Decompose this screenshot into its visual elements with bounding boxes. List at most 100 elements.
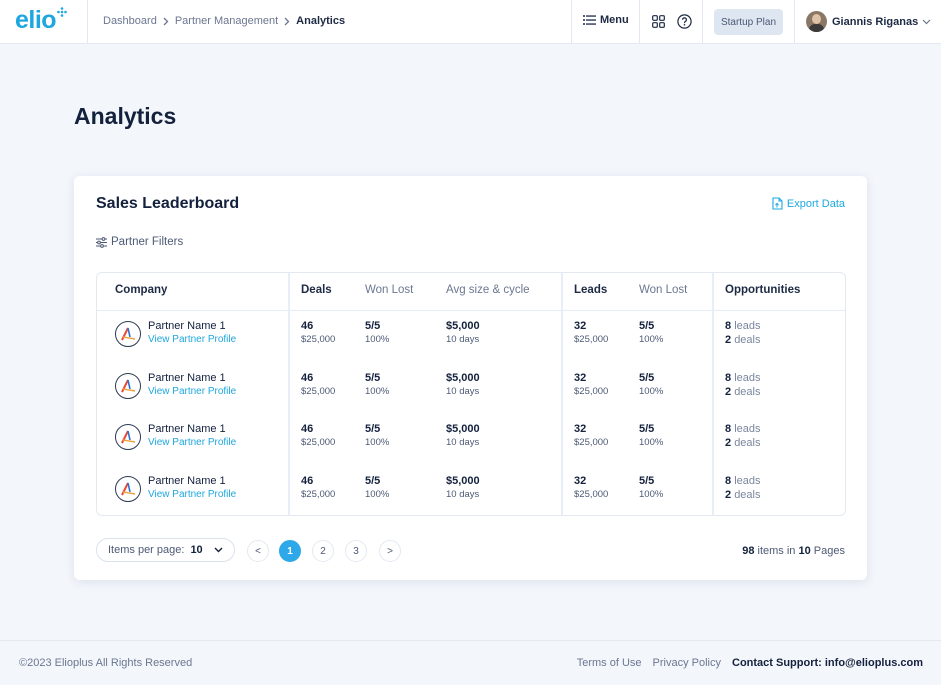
sliders-icon — [96, 236, 107, 248]
partner-name: Partner Name 1 — [148, 372, 226, 384]
table-row: Partner Name 1 View Partner Profile 46 $… — [97, 414, 845, 466]
logo-dots-icon — [57, 7, 67, 17]
page-button-3[interactable]: 3 — [345, 540, 367, 562]
deals-amount: $25,000 — [301, 334, 336, 345]
deals-amount: $25,000 — [301, 489, 336, 500]
deals-count: 46 — [301, 320, 314, 332]
opportunity-leads-count: 8 — [725, 372, 732, 384]
partner-filters-button[interactable]: Partner Filters — [96, 236, 183, 248]
leads-won-lost: 5/5 — [639, 320, 655, 332]
deals-won-lost-percent: 100% — [365, 386, 390, 397]
user-name: Giannis Riganas — [832, 15, 919, 28]
view-partner-profile-link[interactable]: View Partner Profile — [148, 437, 236, 448]
items-in-text: items in — [757, 545, 796, 557]
logo-text: elio — [15, 6, 57, 34]
header-divider — [571, 0, 572, 44]
elio-logo[interactable]: elio — [15, 6, 67, 34]
deals-won-lost-percent: 100% — [365, 489, 390, 500]
leads-won-lost: 5/5 — [639, 423, 655, 435]
opportunity-deals: 2 deals — [725, 386, 760, 398]
opportunity-deals-label: deals — [734, 489, 761, 501]
page-button-2[interactable]: 2 — [312, 540, 334, 562]
column-header-leads-won-lost: Won Lost — [639, 284, 688, 296]
total-items: 98 — [742, 545, 755, 557]
opportunity-deals-count: 2 — [725, 489, 732, 501]
top-navigation-bar: elio Dashboard Partner Management Analyt… — [0, 0, 941, 44]
header-divider — [702, 0, 703, 44]
leads-amount: $25,000 — [574, 437, 609, 448]
opportunity-deals: 2 deals — [725, 334, 760, 346]
opportunity-leads-label: leads — [734, 423, 761, 435]
pages-text: Pages — [813, 545, 845, 557]
opportunity-leads-label: leads — [734, 372, 761, 384]
opportunity-deals-count: 2 — [725, 437, 732, 449]
avg-cycle: 10 days — [446, 334, 480, 345]
deals-won-lost-percent: 100% — [365, 334, 390, 345]
avg-size: $5,000 — [446, 423, 480, 435]
leads-count: 32 — [574, 320, 587, 332]
opportunity-deals: 2 deals — [725, 489, 760, 501]
breadcrumb-dashboard[interactable]: Dashboard — [103, 15, 157, 27]
partner-name: Partner Name 1 — [148, 423, 226, 435]
opportunity-deals-count: 2 — [725, 334, 732, 346]
previous-page-button[interactable]: < — [247, 540, 269, 562]
menu-button[interactable]: Menu — [583, 14, 629, 26]
export-data-button[interactable]: Export Data — [772, 197, 845, 210]
leads-won-lost-percent: 100% — [639, 489, 664, 500]
apps-grid-icon[interactable] — [650, 13, 666, 29]
header-divider — [87, 0, 88, 44]
breadcrumb-partner-management[interactable]: Partner Management — [175, 15, 278, 27]
column-header-deals-won-lost: Won Lost — [365, 284, 414, 296]
page-button-1[interactable]: 1 — [279, 540, 301, 562]
chevron-right-icon — [284, 17, 290, 26]
opportunity-leads-label: leads — [734, 475, 761, 487]
partner-name: Partner Name 1 — [148, 320, 226, 332]
help-icon[interactable] — [676, 13, 692, 29]
opportunity-deals: 2 deals — [725, 437, 760, 449]
chevron-down-icon — [922, 19, 931, 24]
next-page-button[interactable]: > — [379, 540, 401, 562]
view-partner-profile-link[interactable]: View Partner Profile — [148, 386, 236, 397]
export-file-icon — [772, 197, 783, 210]
avg-cycle: 10 days — [446, 437, 480, 448]
deals-amount: $25,000 — [301, 437, 336, 448]
table-row: Partner Name 1 View Partner Profile 46 $… — [97, 466, 845, 518]
view-partner-profile-link[interactable]: View Partner Profile — [148, 489, 236, 500]
opportunity-leads: 8 leads — [725, 320, 760, 332]
copyright-text: ©2023 Elioplus All Rights Reserved — [19, 657, 193, 669]
header-divider — [639, 0, 640, 44]
avg-cycle: 10 days — [446, 489, 480, 500]
deals-won-lost: 5/5 — [365, 475, 381, 487]
privacy-policy-link[interactable]: Privacy Policy — [653, 657, 721, 669]
column-header-leads: Leads — [574, 284, 608, 296]
deals-amount: $25,000 — [301, 386, 336, 397]
opportunity-deals-label: deals — [734, 386, 761, 398]
partner-logo-icon[interactable] — [115, 476, 141, 502]
avg-size: $5,000 — [446, 372, 480, 384]
opportunity-deals-label: deals — [734, 437, 761, 449]
startup-plan-button[interactable]: Startup Plan — [714, 9, 783, 35]
leads-won-lost-percent: 100% — [639, 386, 664, 397]
view-partner-profile-link[interactable]: View Partner Profile — [148, 334, 236, 345]
leads-won-lost: 5/5 — [639, 475, 655, 487]
user-menu[interactable]: Giannis Riganas — [806, 11, 931, 32]
terms-of-use-link[interactable]: Terms of Use — [577, 657, 642, 669]
leads-won-lost: 5/5 — [639, 372, 655, 384]
opportunity-deals-count: 2 — [725, 386, 732, 398]
leads-amount: $25,000 — [574, 334, 609, 345]
leads-count: 32 — [574, 475, 587, 487]
sales-leaderboard-card: Sales Leaderboard Export Data Partner Fi… — [74, 176, 867, 580]
partner-logo-icon[interactable] — [115, 321, 141, 347]
table-row: Partner Name 1 View Partner Profile 46 $… — [97, 311, 845, 363]
opportunity-deals-label: deals — [734, 334, 761, 346]
opportunity-leads-label: leads — [734, 320, 761, 332]
avg-cycle: 10 days — [446, 386, 480, 397]
opportunity-leads-count: 8 — [725, 423, 732, 435]
leads-count: 32 — [574, 372, 587, 384]
deals-won-lost: 5/5 — [365, 423, 381, 435]
partner-logo-icon[interactable] — [115, 424, 141, 450]
items-per-page-select[interactable]: Items per page: 10 — [96, 538, 235, 562]
leads-won-lost-percent: 100% — [639, 334, 664, 345]
column-header-company: Company — [115, 284, 168, 296]
partner-logo-icon[interactable] — [115, 373, 141, 399]
